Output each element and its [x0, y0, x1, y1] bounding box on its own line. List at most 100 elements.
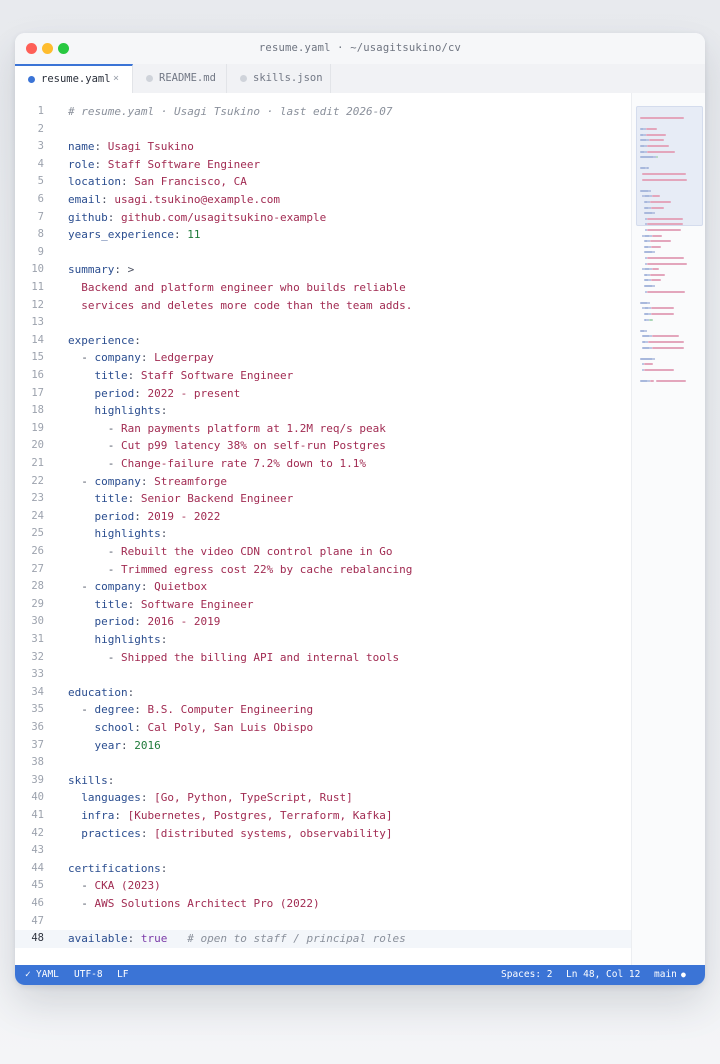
- code-line[interactable]: 1 # resume.yaml · Usagi Tsukino · last ed…: [15, 103, 631, 121]
- code-line[interactable]: 22 - company: Streamforge: [15, 473, 631, 491]
- token: title: [94, 597, 128, 611]
- code-line[interactable]: 9: [15, 244, 631, 262]
- code-line[interactable]: 31 highlights:: [15, 631, 631, 649]
- code-line[interactable]: 10 summary: >: [15, 261, 631, 279]
- line-content: highlights:: [68, 631, 168, 649]
- code-line[interactable]: 12 services and deletes more code than t…: [15, 297, 631, 315]
- token: -: [68, 457, 121, 470]
- branch-status-dot-icon: ●: [681, 970, 686, 979]
- token: -: [68, 439, 121, 453]
- minimap-line: [641, 335, 650, 338]
- minimap-line: [645, 128, 658, 131]
- code-line[interactable]: 14 experience:: [15, 332, 631, 350]
- token: company: [94, 474, 141, 488]
- line-content: Backend and platform engineer who builds…: [68, 279, 406, 297]
- code-line[interactable]: 40 languages: [Go, Python, TypeScript, R…: [15, 789, 631, 807]
- code-line[interactable]: 27 - Trimmed egress cost 22% by cache re…: [15, 561, 631, 579]
- code-line[interactable]: 8 years_experience: 11: [15, 226, 631, 244]
- line-number: 34: [31, 685, 44, 698]
- code-line[interactable]: 17 period: 2022 - present: [15, 385, 631, 403]
- status-encoding[interactable]: UTF-8: [74, 965, 103, 985]
- line-number: 19: [31, 421, 44, 434]
- line-number: 30: [31, 615, 44, 628]
- minimap-line: [651, 206, 664, 209]
- minimap-line: [647, 150, 676, 153]
- token: :: [160, 404, 168, 418]
- token: title: [94, 369, 128, 382]
- minimap[interactable]: [631, 93, 705, 965]
- minimap-line: [645, 329, 648, 332]
- code-line[interactable]: 29 title: Software Engineer: [15, 596, 631, 614]
- code-line[interactable]: 43: [15, 842, 631, 860]
- code-line[interactable]: 33: [15, 666, 631, 684]
- code-line[interactable]: 44 certifications:: [15, 860, 631, 878]
- code-line[interactable]: 18 highlights:: [15, 402, 631, 420]
- token: : >: [114, 263, 135, 277]
- code-line[interactable]: 48 available: true # open to staff / prin…: [15, 930, 631, 948]
- token: practices: [81, 826, 141, 840]
- line-number: 33: [31, 668, 44, 681]
- status-indent[interactable]: Spaces: 2: [501, 965, 552, 985]
- status-branch[interactable]: main: [654, 965, 677, 985]
- token: -: [68, 897, 95, 910]
- code-line[interactable]: 5 location: San Francisco, CA: [15, 173, 631, 191]
- tab-skills-json[interactable]: skills.json: [227, 64, 331, 93]
- line-content: practices: [distributed systems, observa…: [68, 825, 392, 843]
- code-line[interactable]: 13: [15, 314, 631, 332]
- code-line[interactable]: 3 name: Usagi Tsukino: [15, 138, 631, 156]
- code-line[interactable]: 7 github: github.com/usagitsukino-example: [15, 209, 631, 227]
- token: B.S. Computer Engineering: [147, 703, 314, 717]
- code-line[interactable]: 47: [15, 913, 631, 931]
- token: 2016 - 2019: [147, 615, 221, 629]
- line-number: 8: [37, 228, 44, 241]
- close-tab-icon[interactable]: ×: [113, 66, 119, 92]
- code-line[interactable]: 38: [15, 754, 631, 772]
- code-line[interactable]: 46 - AWS Solutions Architect Pro (2022): [15, 895, 631, 913]
- line-number: 31: [31, 633, 44, 645]
- status-language[interactable]: YAML: [36, 965, 59, 985]
- token: AWS Solutions Architect Pro (2022): [94, 897, 320, 910]
- code-line[interactable]: 26 - Rebuilt the video CDN control plane…: [15, 543, 631, 561]
- token: usagi.tsukino@example.com: [114, 193, 280, 206]
- status-eol[interactable]: LF: [117, 965, 128, 985]
- code-line[interactable]: 35 - degree: B.S. Computer Engineering: [15, 701, 631, 719]
- code-line[interactable]: 6 email: usagi.tsukino@example.com: [15, 191, 631, 209]
- code-line[interactable]: 23 title: Senior Backend Engineer: [15, 490, 631, 508]
- minimap-line: [652, 234, 662, 237]
- code-line[interactable]: 15 - company: Ledgerpay: [15, 349, 631, 367]
- code-line[interactable]: 39 skills:: [15, 772, 631, 790]
- minimap-line: [641, 178, 687, 181]
- code-line[interactable]: 4 role: Staff Software Engineer: [15, 156, 631, 174]
- code-line[interactable]: 30 period: 2016 - 2019: [15, 613, 631, 631]
- code-line[interactable]: 21 - Change-failure rate 7.2% down to 1.…: [15, 455, 631, 473]
- line-number: 44: [31, 861, 44, 874]
- code-line[interactable]: 41 infra: [Kubernetes, Postgres, Terrafo…: [15, 807, 631, 825]
- code-line[interactable]: 16 title: Staff Software Engineer: [15, 367, 631, 385]
- code-line[interactable]: 2: [15, 121, 631, 139]
- code-line[interactable]: 25 highlights:: [15, 525, 631, 543]
- tab-resume-yaml[interactable]: resume.yaml ×: [15, 64, 133, 94]
- code-line[interactable]: 20 - Cut p99 latency 38% on self-run Pos…: [15, 437, 631, 455]
- token: :: [140, 474, 155, 488]
- code-line[interactable]: 19 - Ran payments platform at 1.2M req/s…: [15, 420, 631, 438]
- token: :: [114, 809, 128, 822]
- token: years_experience: [68, 228, 174, 242]
- code-line[interactable]: 36 school: Cal Poly, San Luis Obispo: [15, 719, 631, 737]
- code-line[interactable]: 11 Backend and platform engineer who bui…: [15, 279, 631, 297]
- code-line[interactable]: 24 period: 2019 - 2022: [15, 508, 631, 526]
- code-line[interactable]: 28 - company: Quietbox: [15, 578, 631, 596]
- code-line[interactable]: 42 practices: [distributed systems, obse…: [15, 825, 631, 843]
- code-line[interactable]: 32 - Shipped the billing API and interna…: [15, 649, 631, 667]
- line-content: period: 2022 - present: [68, 385, 241, 403]
- code-line[interactable]: 45 - CKA (2023): [15, 877, 631, 895]
- code-line[interactable]: 37 year: 2016: [15, 737, 631, 755]
- status-cursor-position[interactable]: Ln 48, Col 12: [566, 965, 640, 985]
- token: year: [94, 738, 122, 752]
- tab-readme-md[interactable]: README.md: [133, 64, 227, 93]
- line-content: certifications:: [68, 860, 167, 878]
- code-editor[interactable]: 1 # resume.yaml · Usagi Tsukino · last ed…: [15, 93, 631, 965]
- token: -: [68, 650, 121, 664]
- code-line[interactable]: 34 education:: [15, 684, 631, 702]
